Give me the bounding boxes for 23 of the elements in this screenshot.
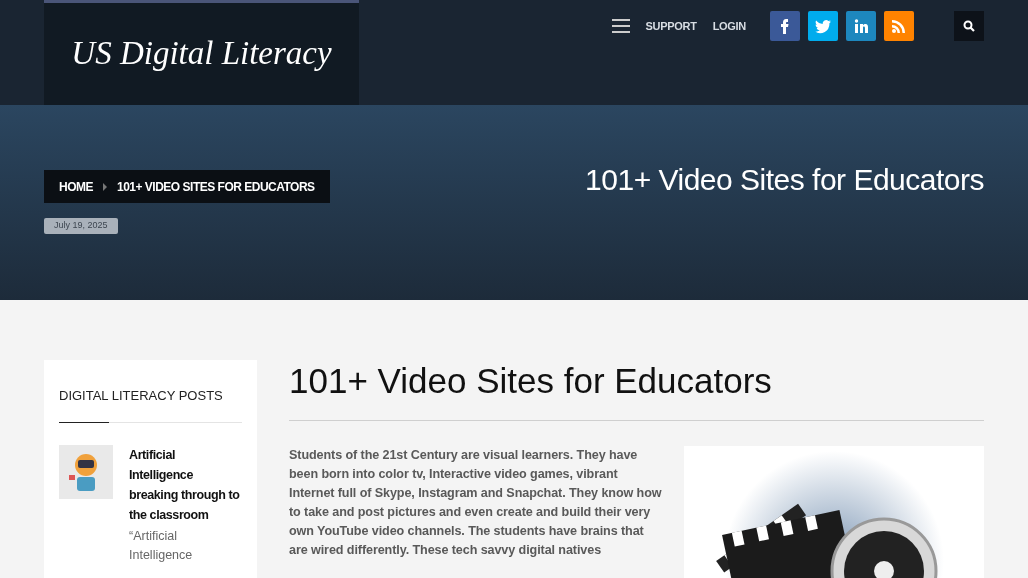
sidebar-heading: DIGITAL LITERACY POSTS (59, 388, 242, 423)
site-logo[interactable]: US Digital Literacy (71, 29, 332, 79)
robot-thumbnail[interactable] (59, 444, 113, 499)
nav-link[interactable]: LOGIN (712, 17, 746, 35)
rss-icon (891, 18, 907, 34)
article-title: 101+ Video Sites for Educators (289, 360, 984, 421)
search-button[interactable] (954, 11, 984, 41)
bird-icon (815, 18, 831, 34)
post-excerpt: “Artificial Intelligence (129, 527, 194, 564)
menu-icon[interactable] (611, 19, 630, 33)
search-icon (963, 20, 975, 32)
post-title-link[interactable]: Artificial Intelligence breaking through to the classroom (129, 444, 242, 525)
linkedin-icon (853, 18, 869, 34)
breadcrumb-link[interactable]: HOME (59, 177, 93, 196)
breadcrumb-link[interactable]: 101+ VIDEO SITES FOR EDUCATORS (117, 177, 315, 196)
chevron-icon (103, 182, 107, 191)
nav-link[interactable]: SUPPORT (645, 17, 697, 35)
post-date: July 19, 2025 (44, 218, 118, 234)
page-title: 101+ Video Sites for Educators (585, 162, 984, 198)
linkedin-button[interactable] (846, 11, 876, 41)
article-paragraph: Students of the 21st Century are visual learners. They have been born into color tv, Interactive video games, vibrant Internet full of Skype, Instagram and Snapchat. They know how to take and post pictures and even create and build their very own YouTube video channels. The students have brains that are wired differently. These tech savvy digital natives (289, 447, 663, 559)
bird-button[interactable] (808, 11, 838, 41)
facebook-button[interactable] (770, 11, 800, 41)
